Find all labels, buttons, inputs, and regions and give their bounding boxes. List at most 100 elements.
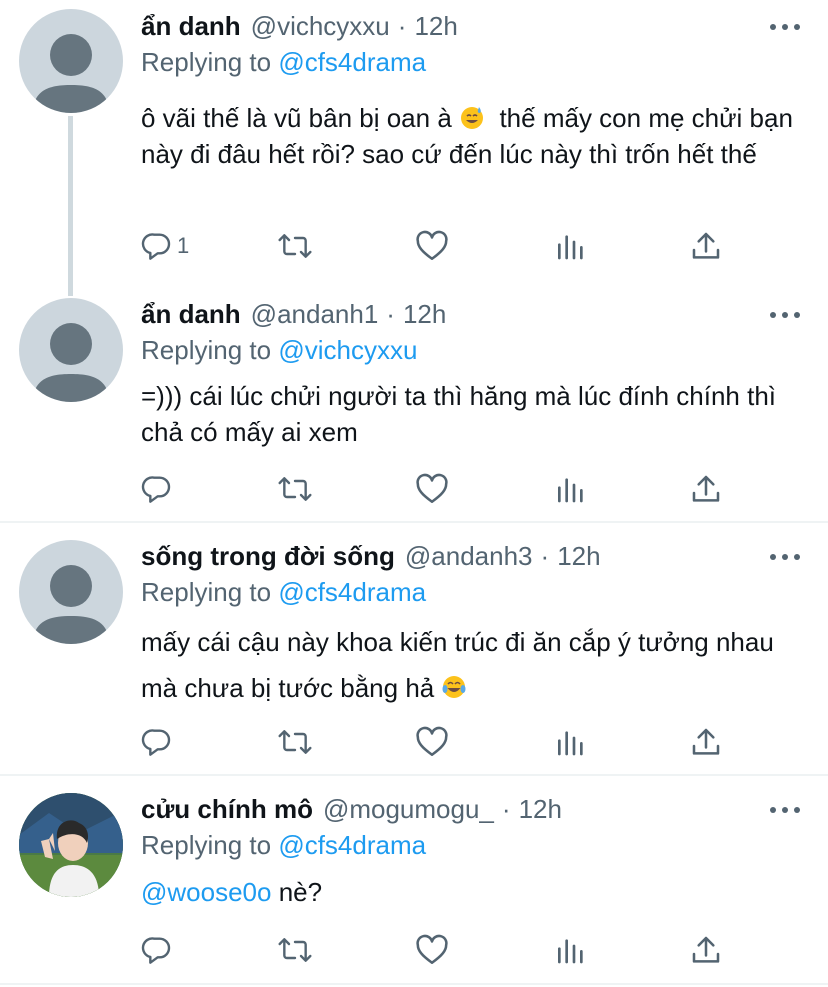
display-name[interactable]: ẩn danh	[141, 297, 241, 331]
analytics-icon	[558, 939, 583, 964]
replying-to: Replying to @cfs4drama	[141, 828, 426, 862]
thread-line	[68, 116, 73, 296]
retweet-button[interactable]	[277, 932, 313, 968]
analytics-button[interactable]	[555, 471, 585, 507]
replying-to: Replying to @cfs4drama	[141, 575, 426, 609]
tweet-text-part: nè?	[271, 877, 323, 907]
tweet[interactable]: sống trong đời sống @andanh3 · 12h Reply…	[0, 523, 828, 774]
user-handle[interactable]: @vichcyxxu	[251, 9, 390, 43]
share-button[interactable]	[691, 932, 721, 968]
tweet-header: ẩn danh @andanh1 · 12h	[141, 297, 758, 331]
more-options-icon[interactable]	[770, 22, 800, 32]
display-name[interactable]: ẩn danh	[141, 9, 241, 43]
grinning-sweat-emoji	[461, 107, 484, 129]
analytics-icon	[558, 478, 583, 503]
display-name[interactable]: cửu chính mô	[141, 792, 313, 826]
tweet-header: ẩn danh @vichcyxxu · 12h	[141, 9, 758, 43]
share-icon	[692, 475, 720, 502]
action-bar: 1	[141, 228, 731, 264]
retweet-button[interactable]	[277, 228, 313, 264]
replying-to-mention[interactable]: @vichcyxxu	[278, 335, 417, 365]
avatar[interactable]	[19, 793, 123, 897]
user-handle[interactable]: @mogumogu_	[323, 792, 494, 826]
reply-button[interactable]: 1	[141, 228, 189, 264]
tweet-header: cửu chính mô @mogumogu_ · 12h	[141, 792, 758, 826]
share-icon	[692, 936, 720, 963]
timestamp[interactable]: 12h	[403, 297, 446, 331]
tweet[interactable]: cửu chính mô @mogumogu_ · 12h Replying t…	[0, 776, 828, 987]
tweet-text: ô vãi thế là vũ bân bị oan à thế mấy con…	[141, 100, 801, 172]
tweet-divider	[0, 983, 828, 985]
reply-feed: ẩn danh @vichcyxxu · 12h Replying to @cf…	[0, 0, 828, 987]
share-icon	[692, 728, 720, 755]
replying-to-label: Replying to	[141, 47, 279, 77]
like-button[interactable]	[415, 228, 449, 264]
replying-to-mention[interactable]: @cfs4drama	[278, 577, 426, 607]
reply-button[interactable]	[141, 471, 173, 507]
replying-to-mention[interactable]: @cfs4drama	[278, 47, 426, 77]
replying-to-label: Replying to	[141, 830, 279, 860]
separator-dot: ·	[386, 299, 395, 329]
like-button[interactable]	[415, 724, 449, 760]
tweet[interactable]: ẩn danh @vichcyxxu · 12h Replying to @cf…	[0, 0, 828, 296]
user-handle[interactable]: @andanh1	[251, 297, 379, 331]
share-button[interactable]	[691, 228, 721, 264]
share-button[interactable]	[691, 724, 721, 760]
action-bar	[141, 471, 731, 507]
timestamp[interactable]: 12h	[557, 539, 600, 573]
tweet-text: @woose0o nè?	[141, 874, 801, 910]
analytics-icon	[558, 731, 583, 756]
more-options-icon[interactable]	[770, 310, 800, 320]
replying-to-label: Replying to	[141, 335, 279, 365]
like-button[interactable]	[415, 471, 449, 507]
tweet-text: mấy cái cậu này khoa kiến trúc đi ăn cắp…	[141, 619, 801, 711]
replying-to: Replying to @cfs4drama	[141, 45, 426, 79]
avatar[interactable]	[19, 540, 123, 644]
default-profile-icon	[33, 565, 109, 644]
tears-of-joy-emoji	[442, 676, 466, 698]
display-name[interactable]: sống trong đời sống	[141, 539, 395, 573]
retweet-icon	[278, 730, 312, 754]
default-profile-icon	[33, 34, 109, 113]
analytics-button[interactable]	[555, 932, 585, 968]
separator-dot: ·	[397, 11, 407, 41]
retweet-icon	[278, 938, 312, 962]
tweet-text-part: ô vãi thế là vũ bân bị oan à	[141, 103, 460, 133]
user-mention-link[interactable]: @woose0o	[141, 877, 271, 907]
more-options-icon[interactable]	[770, 805, 800, 815]
like-icon	[416, 473, 448, 504]
reply-button[interactable]	[141, 932, 173, 968]
timestamp[interactable]: 12h	[519, 792, 562, 826]
like-button[interactable]	[415, 932, 449, 968]
share-icon	[692, 232, 720, 259]
like-icon	[416, 230, 448, 261]
user-handle[interactable]: @andanh3	[405, 539, 533, 573]
analytics-button[interactable]	[555, 724, 585, 760]
tweet-text: =))) cái lúc chửi người ta thì hăng mà l…	[141, 378, 781, 450]
avatar[interactable]	[19, 9, 123, 113]
analytics-icon	[558, 235, 583, 260]
reply-button[interactable]	[141, 724, 173, 760]
more-options-icon[interactable]	[770, 552, 800, 562]
retweet-icon	[278, 477, 312, 501]
separator-dot: ·	[501, 794, 511, 824]
reply-icon	[141, 233, 171, 260]
action-bar	[141, 932, 731, 968]
reply-icon	[141, 937, 171, 964]
replying-to-label: Replying to	[141, 577, 279, 607]
replying-to-mention[interactable]: @cfs4drama	[278, 830, 426, 860]
reply-count: 1	[177, 233, 190, 258]
reply-icon	[141, 729, 171, 756]
retweet-button[interactable]	[277, 471, 313, 507]
analytics-button[interactable]	[555, 228, 585, 264]
share-button[interactable]	[691, 471, 721, 507]
tweet[interactable]: ẩn danh @andanh1 · 12h Replying to @vich…	[0, 290, 828, 522]
reply-icon	[141, 476, 171, 503]
retweet-button[interactable]	[277, 724, 313, 760]
timestamp[interactable]: 12h	[414, 9, 457, 43]
like-icon	[416, 726, 448, 757]
separator-dot: ·	[540, 541, 550, 571]
retweet-icon	[278, 234, 312, 258]
action-bar	[141, 724, 731, 760]
avatar[interactable]	[19, 298, 123, 402]
